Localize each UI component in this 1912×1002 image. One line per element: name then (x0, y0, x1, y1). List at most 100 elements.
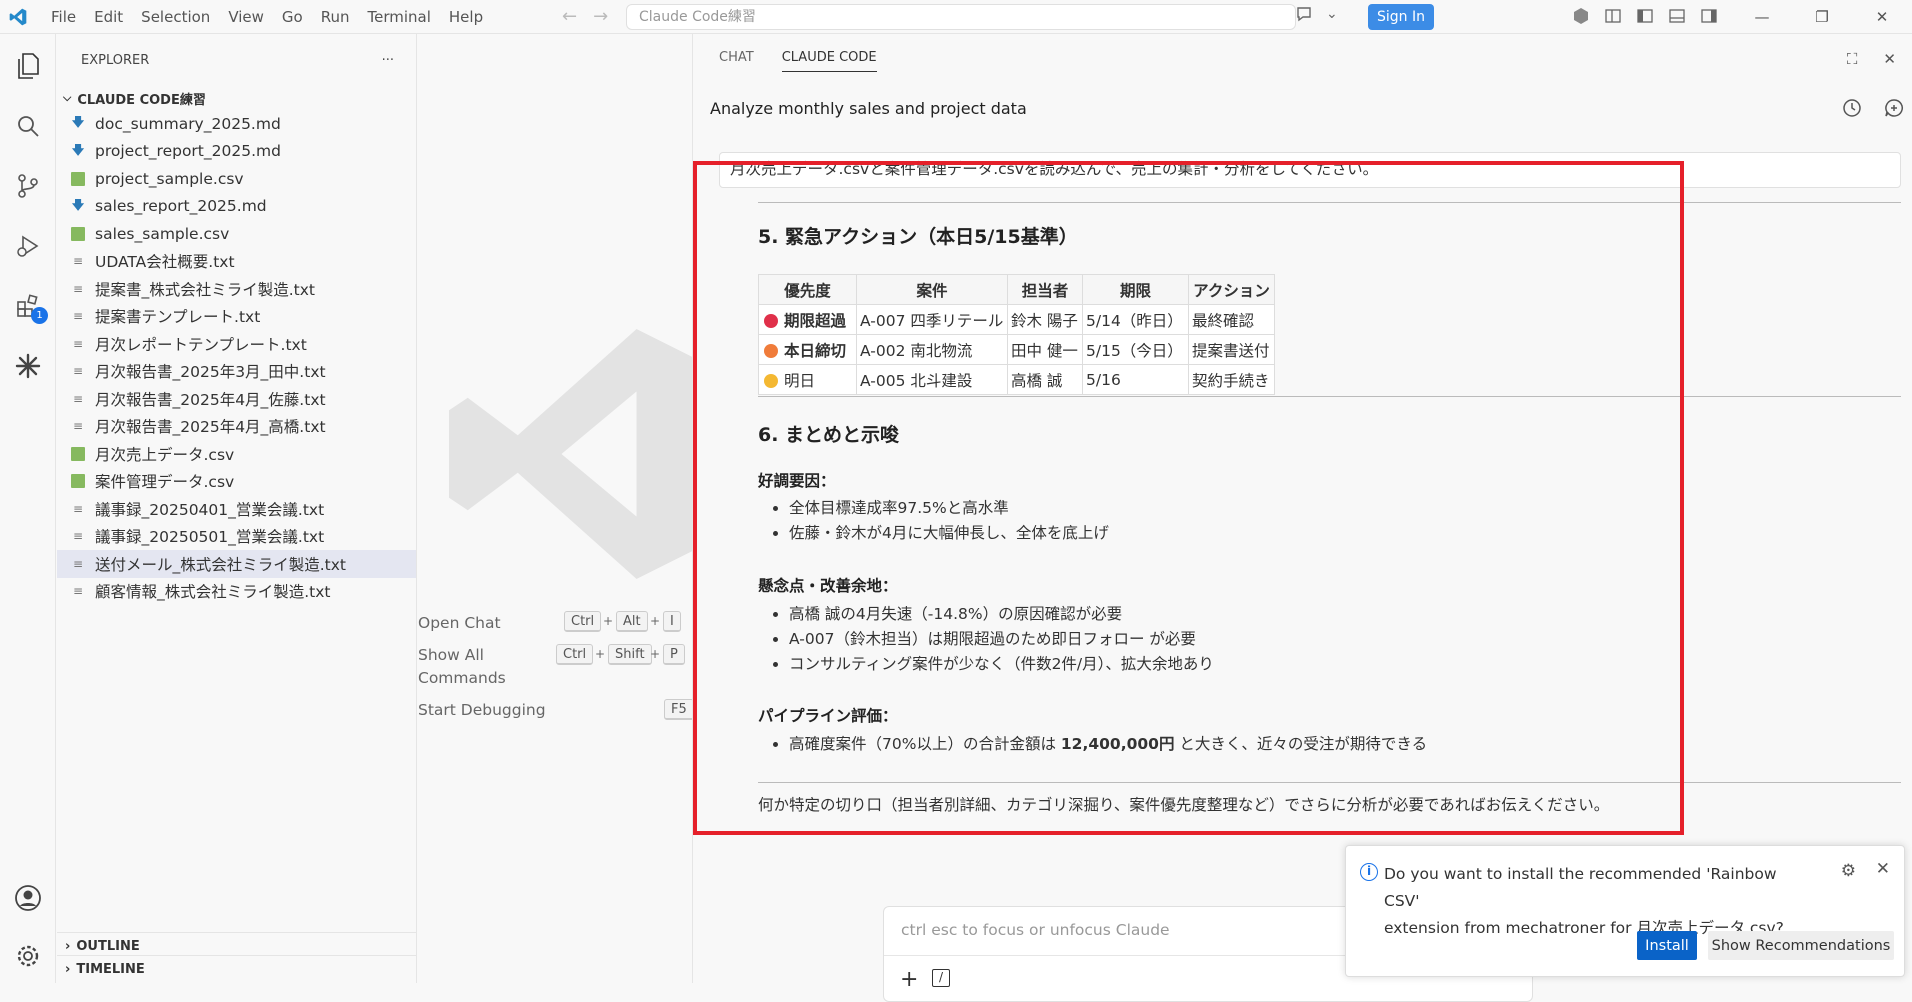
key-ctrl: Ctrl (564, 611, 602, 632)
forward-arrow-icon[interactable]: → (593, 6, 608, 27)
pipeline-list: 高確度案件（70%以上）の合計金額は 12,400,000円 と大きく、近々の受… (789, 732, 1427, 757)
folder-header[interactable]: ⌵ CLAUDE CODE練習 (57, 86, 416, 110)
accounts-cube-icon[interactable] (1572, 7, 1590, 25)
file-item[interactable]: ≡ 顧客情報_株式会社ミライ製造.txt (57, 578, 416, 606)
text-file-icon: ≡ (72, 391, 84, 406)
due-cell: 5/14（昨日） (1082, 304, 1189, 335)
key-ctrl: Ctrl (556, 644, 594, 665)
divider (758, 782, 1901, 783)
file-name: 案件管理データ.csv (95, 473, 235, 492)
search-icon[interactable] (12, 110, 44, 142)
file-item[interactable]: ≡ 月次報告書_2025年4月_高橋.txt (57, 413, 416, 441)
text-file-icon: ≡ (72, 309, 84, 324)
notification-close-icon[interactable]: ✕ (1876, 859, 1890, 879)
account-icon[interactable] (12, 882, 44, 914)
file-item[interactable]: ≡ 月次報告書_2025年3月_田中.txt (57, 358, 416, 386)
closing-text: 何か特定の切り口（担当者別詳細、カテゴリ深掘り、案件優先度整理など）でさらに分析… (758, 796, 1610, 814)
menu-file[interactable]: File (42, 0, 85, 34)
file-name: doc_summary_2025.md (95, 114, 281, 133)
key-shift: Shift (608, 644, 652, 665)
file-item[interactable]: 月次売上データ.csv (57, 440, 416, 468)
back-arrow-icon[interactable]: ← (562, 6, 577, 27)
run-debug-icon[interactable] (12, 230, 44, 262)
close-panel-icon[interactable]: ✕ (1883, 50, 1896, 68)
text-file-icon: ≡ (72, 501, 84, 516)
text-file-icon: ≡ (72, 281, 84, 296)
file-item[interactable]: sales_sample.csv (57, 220, 416, 248)
tab-claude-code[interactable]: CLAUDE CODE (781, 50, 877, 72)
tab-chat[interactable]: CHAT (719, 50, 754, 72)
divider (758, 396, 1901, 397)
key-f5: F5 (664, 699, 692, 720)
restore-icon[interactable]: ❐ (1792, 0, 1852, 34)
menu-terminal[interactable]: Terminal (359, 0, 440, 34)
claude-spark-icon[interactable] (12, 350, 44, 382)
user-message: 月次売上データ.csvと案件管理データ.csvを読み込んで、売上の集計・分析をし… (719, 152, 1901, 188)
list-item: 高橋 誠の4月失速（-14.8%）の原因確認が必要 (789, 602, 1214, 627)
explorer-sidebar: EXPLORER ··· ⌵ CLAUDE CODE練習 🡇 doc_summar… (57, 34, 417, 983)
priority-label: 明日 (784, 371, 816, 390)
file-item[interactable]: ≡ 提案書_株式会社ミライ製造.txt (57, 275, 416, 303)
sign-in-button[interactable]: Sign In (1368, 4, 1434, 30)
customize-layout-icon[interactable] (1604, 7, 1622, 25)
file-name: 月次報告書_2025年3月_田中.txt (95, 363, 326, 382)
toggle-secondary-sidebar-icon[interactable] (1700, 7, 1718, 25)
menu-view[interactable]: View (219, 0, 273, 34)
file-item[interactable]: ≡ 議事録_20250401_営業会議.txt (57, 495, 416, 523)
file-item[interactable]: 🡇 project_report_2025.md (57, 138, 416, 166)
file-item[interactable]: project_sample.csv (57, 165, 416, 193)
extensions-icon[interactable]: 1 (12, 290, 48, 324)
maximize-panel-icon[interactable]: ⛶ (1847, 50, 1858, 68)
chevron-down-icon: ⌵ (63, 91, 72, 104)
outline-label: OUTLINE (76, 939, 140, 954)
install-button[interactable]: Install (1637, 931, 1697, 960)
chevron-down-icon[interactable]: ⌄ (1326, 6, 1338, 26)
chat-input-placeholder[interactable]: ctrl esc to focus or unfocus Claude (901, 921, 1170, 939)
menu-help[interactable]: Help (440, 0, 492, 34)
menu-edit[interactable]: Edit (85, 0, 132, 34)
file-item[interactable]: ≡ 議事録_20250501_営業会議.txt (57, 523, 416, 551)
markdown-file-icon: 🡇 (71, 197, 85, 212)
file-item[interactable]: 🡇 sales_report_2025.md (57, 193, 416, 221)
notification-settings-gear-icon[interactable]: ⚙ (1841, 861, 1856, 881)
manage-gear-icon[interactable] (12, 940, 44, 972)
more-actions-icon[interactable]: ··· (382, 53, 394, 68)
file-item[interactable]: ≡ UDATA会社概要.txt (57, 248, 416, 276)
minimize-icon[interactable]: — (1732, 0, 1792, 34)
explorer-files-icon[interactable] (12, 50, 44, 82)
file-item[interactable]: ≡ 提案書テンプレート.txt (57, 303, 416, 331)
table-header: 担当者 (1007, 274, 1083, 305)
menu-run[interactable]: Run (312, 0, 359, 34)
toggle-panel-icon[interactable] (1668, 7, 1686, 25)
source-control-icon[interactable] (12, 170, 44, 202)
add-attachment-icon[interactable]: + (900, 967, 918, 992)
menu-selection[interactable]: Selection (132, 0, 219, 34)
close-window-icon[interactable]: ✕ (1852, 0, 1912, 34)
chevron-right-icon: › (65, 939, 71, 954)
file-name: 月次報告書_2025年4月_高橋.txt (95, 418, 326, 437)
show-recommendations-button[interactable]: Show Recommendations (1708, 931, 1894, 960)
menu-bar: File Edit Selection View Go Run Terminal… (42, 0, 492, 34)
file-item[interactable]: ≡ 月次レポートテンプレート.txt (57, 330, 416, 358)
key-i: I (663, 611, 681, 632)
file-item[interactable]: ≡ 月次報告書_2025年4月_佐藤.txt (57, 385, 416, 413)
toggle-primary-sidebar-icon[interactable] (1636, 7, 1654, 25)
slash-command-icon[interactable]: / (932, 969, 950, 987)
history-clock-icon[interactable] (1842, 98, 1862, 122)
timeline-section[interactable]: › TIMELINE (57, 955, 417, 983)
pipeline-heading: パイプライン評価： (758, 707, 898, 725)
table-row: 期限超過 A-007 四季リテール 鈴木 陽子 5/14（昨日） 最終確認 (758, 304, 1275, 335)
extension-recommendation-notification: i Do you want to install the recommended… (1345, 845, 1905, 977)
copilot-chat-icon[interactable] (1296, 6, 1314, 26)
list-item: A-007（鈴木担当）は期限超過のため即日フォロー が必要 (789, 627, 1214, 652)
file-item[interactable]: 案件管理データ.csv (57, 468, 416, 496)
command-center-search[interactable]: Claude Code練習 (626, 4, 1296, 30)
file-name: 送付メール_株式会社ミライ製造.txt (95, 555, 347, 574)
new-chat-icon[interactable] (1884, 98, 1904, 122)
text-file-icon: ≡ (72, 419, 84, 434)
menu-go[interactable]: Go (273, 0, 312, 34)
action-cell: 提案書送付 (1188, 334, 1275, 365)
file-item[interactable]: ≡ 送付メール_株式会社ミライ製造.txt (57, 550, 416, 578)
file-item[interactable]: 🡇 doc_summary_2025.md (57, 110, 416, 138)
concerns-list: 高橋 誠の4月失速（-14.8%）の原因確認が必要 A-007（鈴木担当）は期限… (789, 602, 1214, 677)
